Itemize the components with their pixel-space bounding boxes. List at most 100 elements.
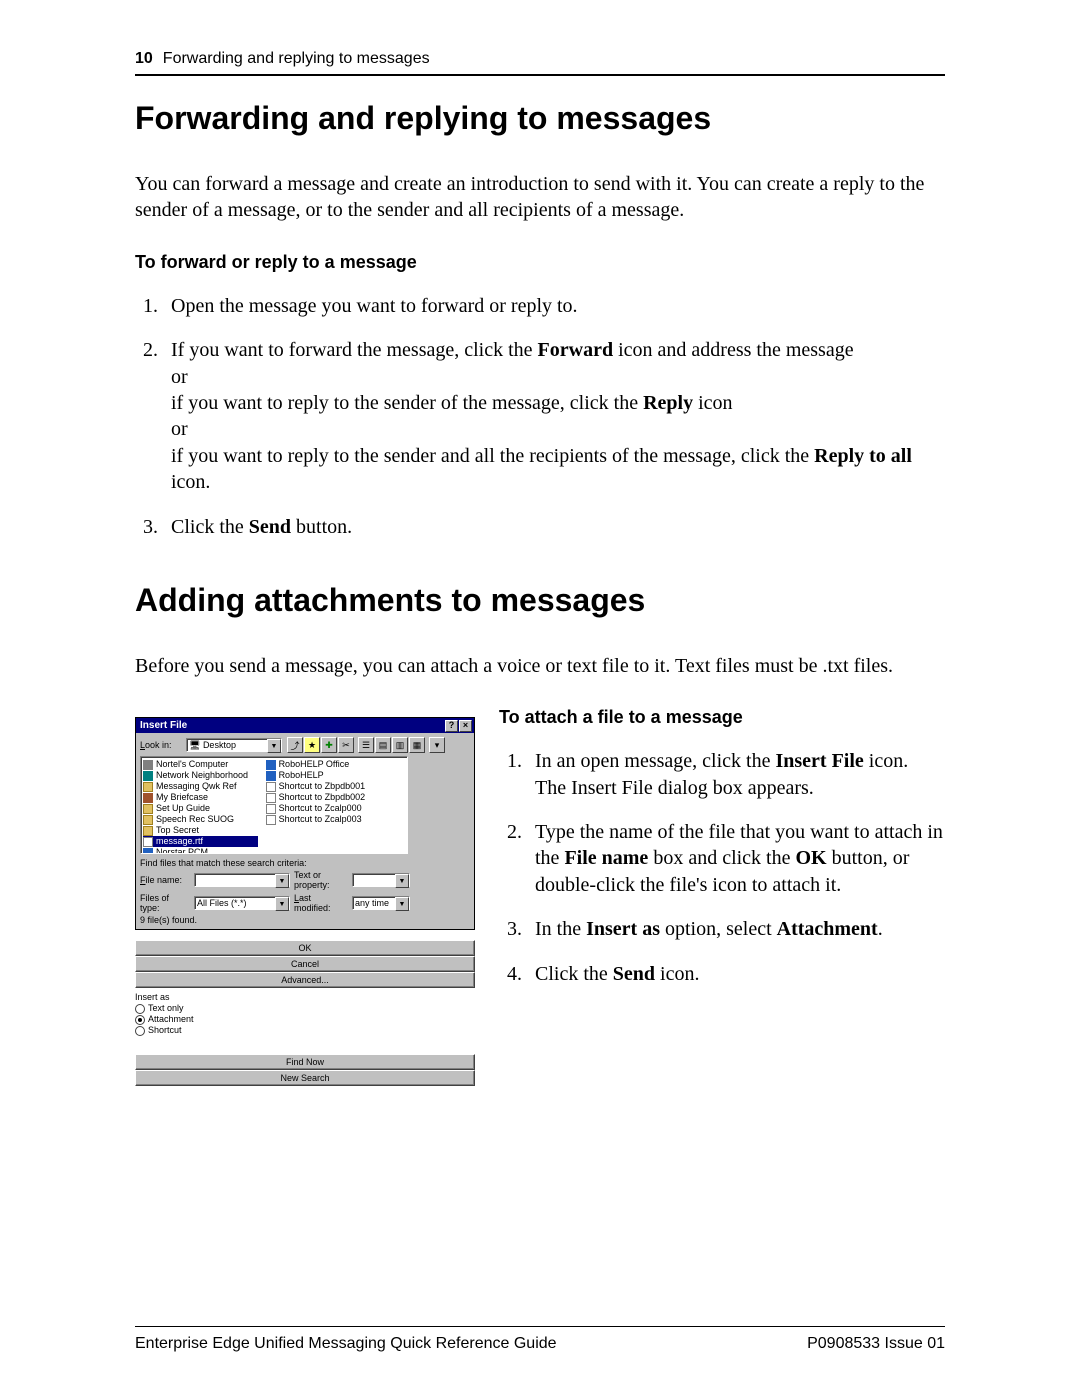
file-item-label: Speech Rec SUOG	[156, 814, 234, 825]
running-title: Forwarding and replying to messages	[163, 50, 430, 68]
filesoftype-field[interactable]: All Files (*.*)▼	[194, 896, 290, 910]
radio-shortcut[interactable]: Shortcut	[135, 1025, 475, 1036]
details-view-icon[interactable]: ▤	[375, 737, 391, 753]
commands-icon[interactable]: ▾	[429, 737, 445, 753]
step: Type the name of the file that you want …	[527, 819, 945, 898]
favorites-icon[interactable]: ★	[304, 737, 320, 753]
app-icon	[266, 771, 276, 781]
file-item[interactable]: Messaging Qwk Ref	[143, 781, 258, 792]
comp-icon	[143, 760, 153, 770]
ui-ref-ok: OK	[796, 847, 827, 869]
file-list-col: RoboHELP OfficeRoboHELPShortcut to Zbpdb…	[266, 759, 366, 851]
file-item-label: message.rtf	[156, 836, 203, 847]
file-item-label: Norstar PCM	[156, 847, 208, 854]
file-icon	[143, 837, 153, 847]
lastmod-field[interactable]: any time▼	[352, 896, 410, 910]
textprop-field[interactable]: ▼	[352, 873, 410, 887]
file-item-label: Messaging Qwk Ref	[156, 781, 237, 792]
section2-intro: Before you send a message, you can attac…	[135, 653, 945, 679]
step-text: Click the	[171, 516, 249, 538]
chevron-down-icon[interactable]: ▼	[275, 874, 289, 888]
file-item-label: RoboHELP Office	[279, 759, 350, 770]
ui-ref-forward: Forward	[538, 339, 614, 361]
list-view-icon[interactable]: ☰	[358, 737, 374, 753]
file-item-label: Shortcut to Zbpdb001	[279, 781, 366, 792]
chevron-down-icon[interactable]: ▼	[395, 897, 409, 911]
filename-field[interactable]: ▼	[194, 873, 290, 887]
section-heading-attachments: Adding attachments to messages	[135, 582, 945, 619]
file-item-label: RoboHELP	[279, 770, 324, 781]
file-item[interactable]: RoboHELP Office	[266, 759, 366, 770]
step-text: icon and address the message	[613, 339, 853, 361]
attachments-row: Insert File ? × Look in: 🖥 Desktop ▼	[135, 707, 945, 1086]
step-text: option, select	[660, 918, 777, 940]
chevron-down-icon[interactable]: ▼	[267, 739, 281, 753]
lookin-value: 🖥 Desktop	[189, 740, 236, 751]
file-item-label: Shortcut to Zcalp003	[279, 814, 362, 825]
ui-ref-attachment: Attachment	[777, 918, 878, 940]
file-item[interactable]: message.rtf	[143, 836, 258, 847]
short-icon	[266, 793, 276, 803]
step: In the Insert as option, select Attachme…	[527, 916, 945, 942]
file-item[interactable]: Network Neighborhood	[143, 770, 258, 781]
preview-icon[interactable]: ▦	[409, 737, 425, 753]
file-item-label: Shortcut to Zbpdb002	[279, 792, 366, 803]
step-text: .	[878, 918, 883, 940]
document-page: 10 Forwarding and replying to messages F…	[0, 0, 1080, 1397]
cut-icon[interactable]: ✂	[338, 737, 354, 753]
step-text: If you want to forward the message, clic…	[171, 339, 538, 361]
footer-left: Enterprise Edge Unified Messaging Quick …	[135, 1335, 557, 1353]
net-icon	[143, 771, 153, 781]
step-text: or	[171, 366, 188, 388]
file-item[interactable]: My Briefcase	[143, 792, 258, 803]
cancel-button[interactable]: Cancel	[135, 956, 475, 972]
ok-button[interactable]: OK	[135, 940, 475, 956]
find-now-button[interactable]: Find Now	[135, 1054, 475, 1070]
close-icon[interactable]: ×	[459, 720, 472, 732]
step-text: In an open message, click the	[535, 750, 775, 772]
step-text: if you want to reply to the sender and a…	[171, 445, 814, 467]
new-search-button[interactable]: New Search	[135, 1070, 475, 1086]
step-text: if you want to reply to the sender of th…	[171, 392, 643, 414]
insert-file-dialog-figure: Insert File ? × Look in: 🖥 Desktop ▼	[135, 707, 475, 1086]
chevron-down-icon[interactable]: ▼	[275, 897, 289, 911]
advanced-button[interactable]: Advanced...	[135, 972, 475, 988]
file-item[interactable]: Top Secret	[143, 825, 258, 836]
file-item[interactable]: Shortcut to Zbpdb001	[266, 781, 366, 792]
file-item-label: Shortcut to Zcalp000	[279, 803, 362, 814]
file-list[interactable]: Nortel's ComputerNetwork NeighborhoodMes…	[140, 756, 408, 854]
up-one-level-icon[interactable]: ⤴	[287, 737, 303, 753]
file-item[interactable]: Shortcut to Zcalp000	[266, 803, 366, 814]
short-icon	[266, 782, 276, 792]
step-text: box and click the	[648, 847, 795, 869]
insert-file-dialog: Insert File ? × Look in: 🖥 Desktop ▼	[135, 717, 475, 930]
file-item-label: Top Secret	[156, 825, 199, 836]
fold-icon	[143, 815, 153, 825]
file-item[interactable]: Speech Rec SUOG	[143, 814, 258, 825]
file-item[interactable]: Set Up Guide	[143, 803, 258, 814]
ui-ref-filename: File name	[564, 847, 648, 869]
file-item-label: Network Neighborhood	[156, 770, 248, 781]
step: Click the Send icon.	[527, 961, 945, 987]
chevron-down-icon[interactable]: ▼	[395, 874, 409, 888]
file-item[interactable]: Shortcut to Zcalp003	[266, 814, 366, 825]
running-header: 10 Forwarding and replying to messages	[135, 50, 945, 76]
dialog-button-panel: OK Cancel Advanced... Insert as Text onl…	[135, 940, 475, 1086]
lookin-combo[interactable]: 🖥 Desktop ▼	[186, 738, 282, 752]
file-item[interactable]: Shortcut to Zbpdb002	[266, 792, 366, 803]
help-icon[interactable]: ?	[445, 720, 458, 732]
properties-icon[interactable]: ▥	[392, 737, 408, 753]
file-item[interactable]: Nortel's Computer	[143, 759, 258, 770]
file-item[interactable]: Norstar PCM	[143, 847, 258, 854]
lookin-row: Look in: 🖥 Desktop ▼ ⤴ ★ ✚ ✂ ☰ ▤ ▥	[140, 737, 470, 753]
step-text: icon.	[655, 963, 699, 985]
step-text: icon.	[171, 471, 210, 493]
radio-attachment[interactable]: Attachment	[135, 1014, 475, 1025]
dialog-body: Look in: 🖥 Desktop ▼ ⤴ ★ ✚ ✂ ☰ ▤ ▥	[136, 733, 474, 929]
file-item[interactable]: RoboHELP	[266, 770, 366, 781]
new-folder-icon[interactable]: ✚	[321, 737, 337, 753]
textprop-label: Text or property:	[294, 870, 348, 890]
file-list-col: Nortel's ComputerNetwork NeighborhoodMes…	[143, 759, 258, 851]
app-icon	[266, 760, 276, 770]
radio-text-only[interactable]: Text only	[135, 1003, 475, 1014]
